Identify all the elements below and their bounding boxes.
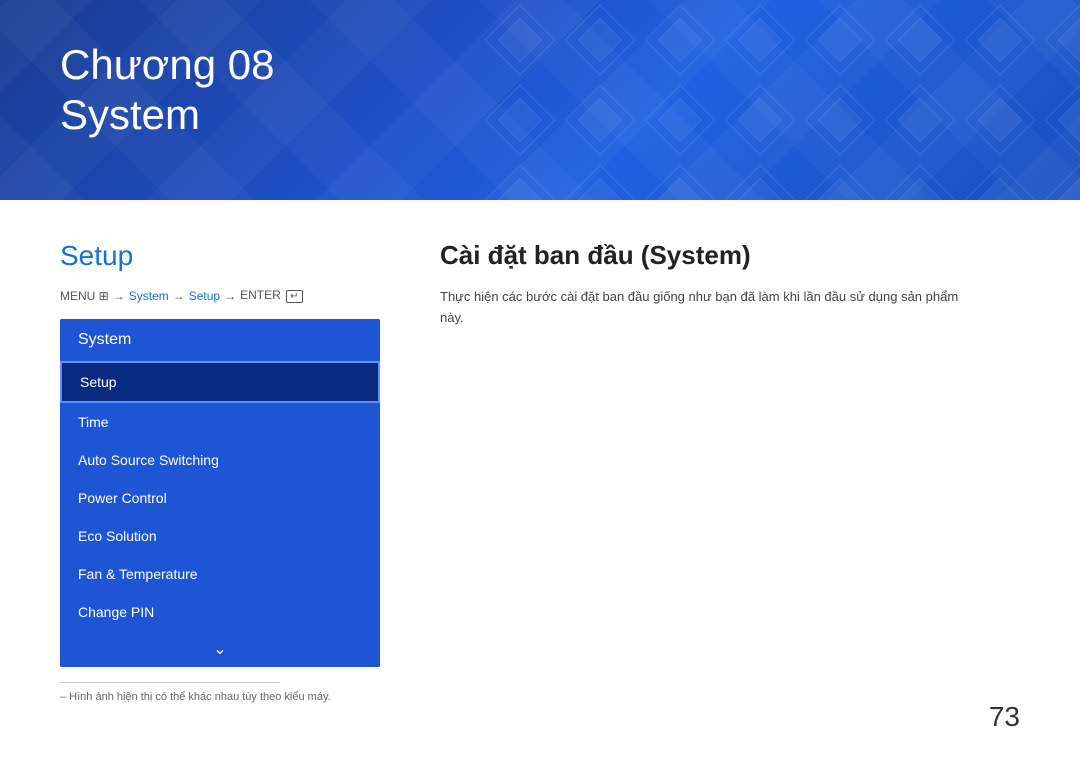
footer-divider (60, 682, 280, 683)
content-description: Thực hiện các bước cài đặt ban đầu giống… (440, 287, 960, 329)
breadcrumb-arrow1: → (113, 289, 125, 303)
breadcrumb: MENU ⊞ → System → Setup → ENTER ↵ (60, 288, 380, 303)
subtitle-text: System (60, 91, 200, 138)
menu-item-setup[interactable]: Setup (60, 361, 380, 403)
header-banner: Chương 08 System (0, 0, 1080, 200)
right-section: Cài đặt ban đầu (System) Thực hiện các b… (440, 240, 1020, 667)
breadcrumb-arrow3: → (224, 289, 236, 303)
header-title: Chương 08 System (60, 40, 274, 141)
breadcrumb-enter: ENTER ↵ (240, 288, 302, 303)
system-menu: System Setup Time Auto Source Switching … (60, 319, 380, 667)
menu-item-auto-source[interactable]: Auto Source Switching (60, 441, 380, 479)
breadcrumb-setup: Setup (189, 289, 220, 303)
content-title: Cài đặt ban đầu (System) (440, 240, 1020, 271)
menu-item-eco-solution[interactable]: Eco Solution (60, 517, 380, 555)
footer-note: – Hình ảnh hiện thị có thể khác nhau tùy… (60, 682, 1020, 703)
menu-item-change-pin[interactable]: Change PIN (60, 593, 380, 631)
breadcrumb-arrow2: → (173, 289, 185, 303)
breadcrumb-system: System (129, 289, 169, 303)
section-title: Setup (60, 240, 380, 272)
main-content: Setup MENU ⊞ → System → Setup → ENTER ↵ … (0, 200, 1080, 707)
menu-item-power-control[interactable]: Power Control (60, 479, 380, 517)
page-number: 73 (989, 701, 1020, 733)
chevron-down-icon: ⌄ (213, 639, 226, 659)
menu-item-fan-temp[interactable]: Fan & Temperature (60, 555, 380, 593)
footer-text: – Hình ảnh hiện thị có thể khác nhau tùy… (60, 691, 1020, 703)
diamond-pattern (480, 0, 1080, 200)
left-section: Setup MENU ⊞ → System → Setup → ENTER ↵ … (60, 240, 380, 667)
menu-header: System (60, 319, 380, 361)
menu-chevron[interactable]: ⌄ (60, 631, 380, 667)
breadcrumb-menu: MENU ⊞ (60, 289, 109, 303)
menu-item-time[interactable]: Time (60, 403, 380, 441)
chapter-text: Chương 08 (60, 41, 274, 88)
